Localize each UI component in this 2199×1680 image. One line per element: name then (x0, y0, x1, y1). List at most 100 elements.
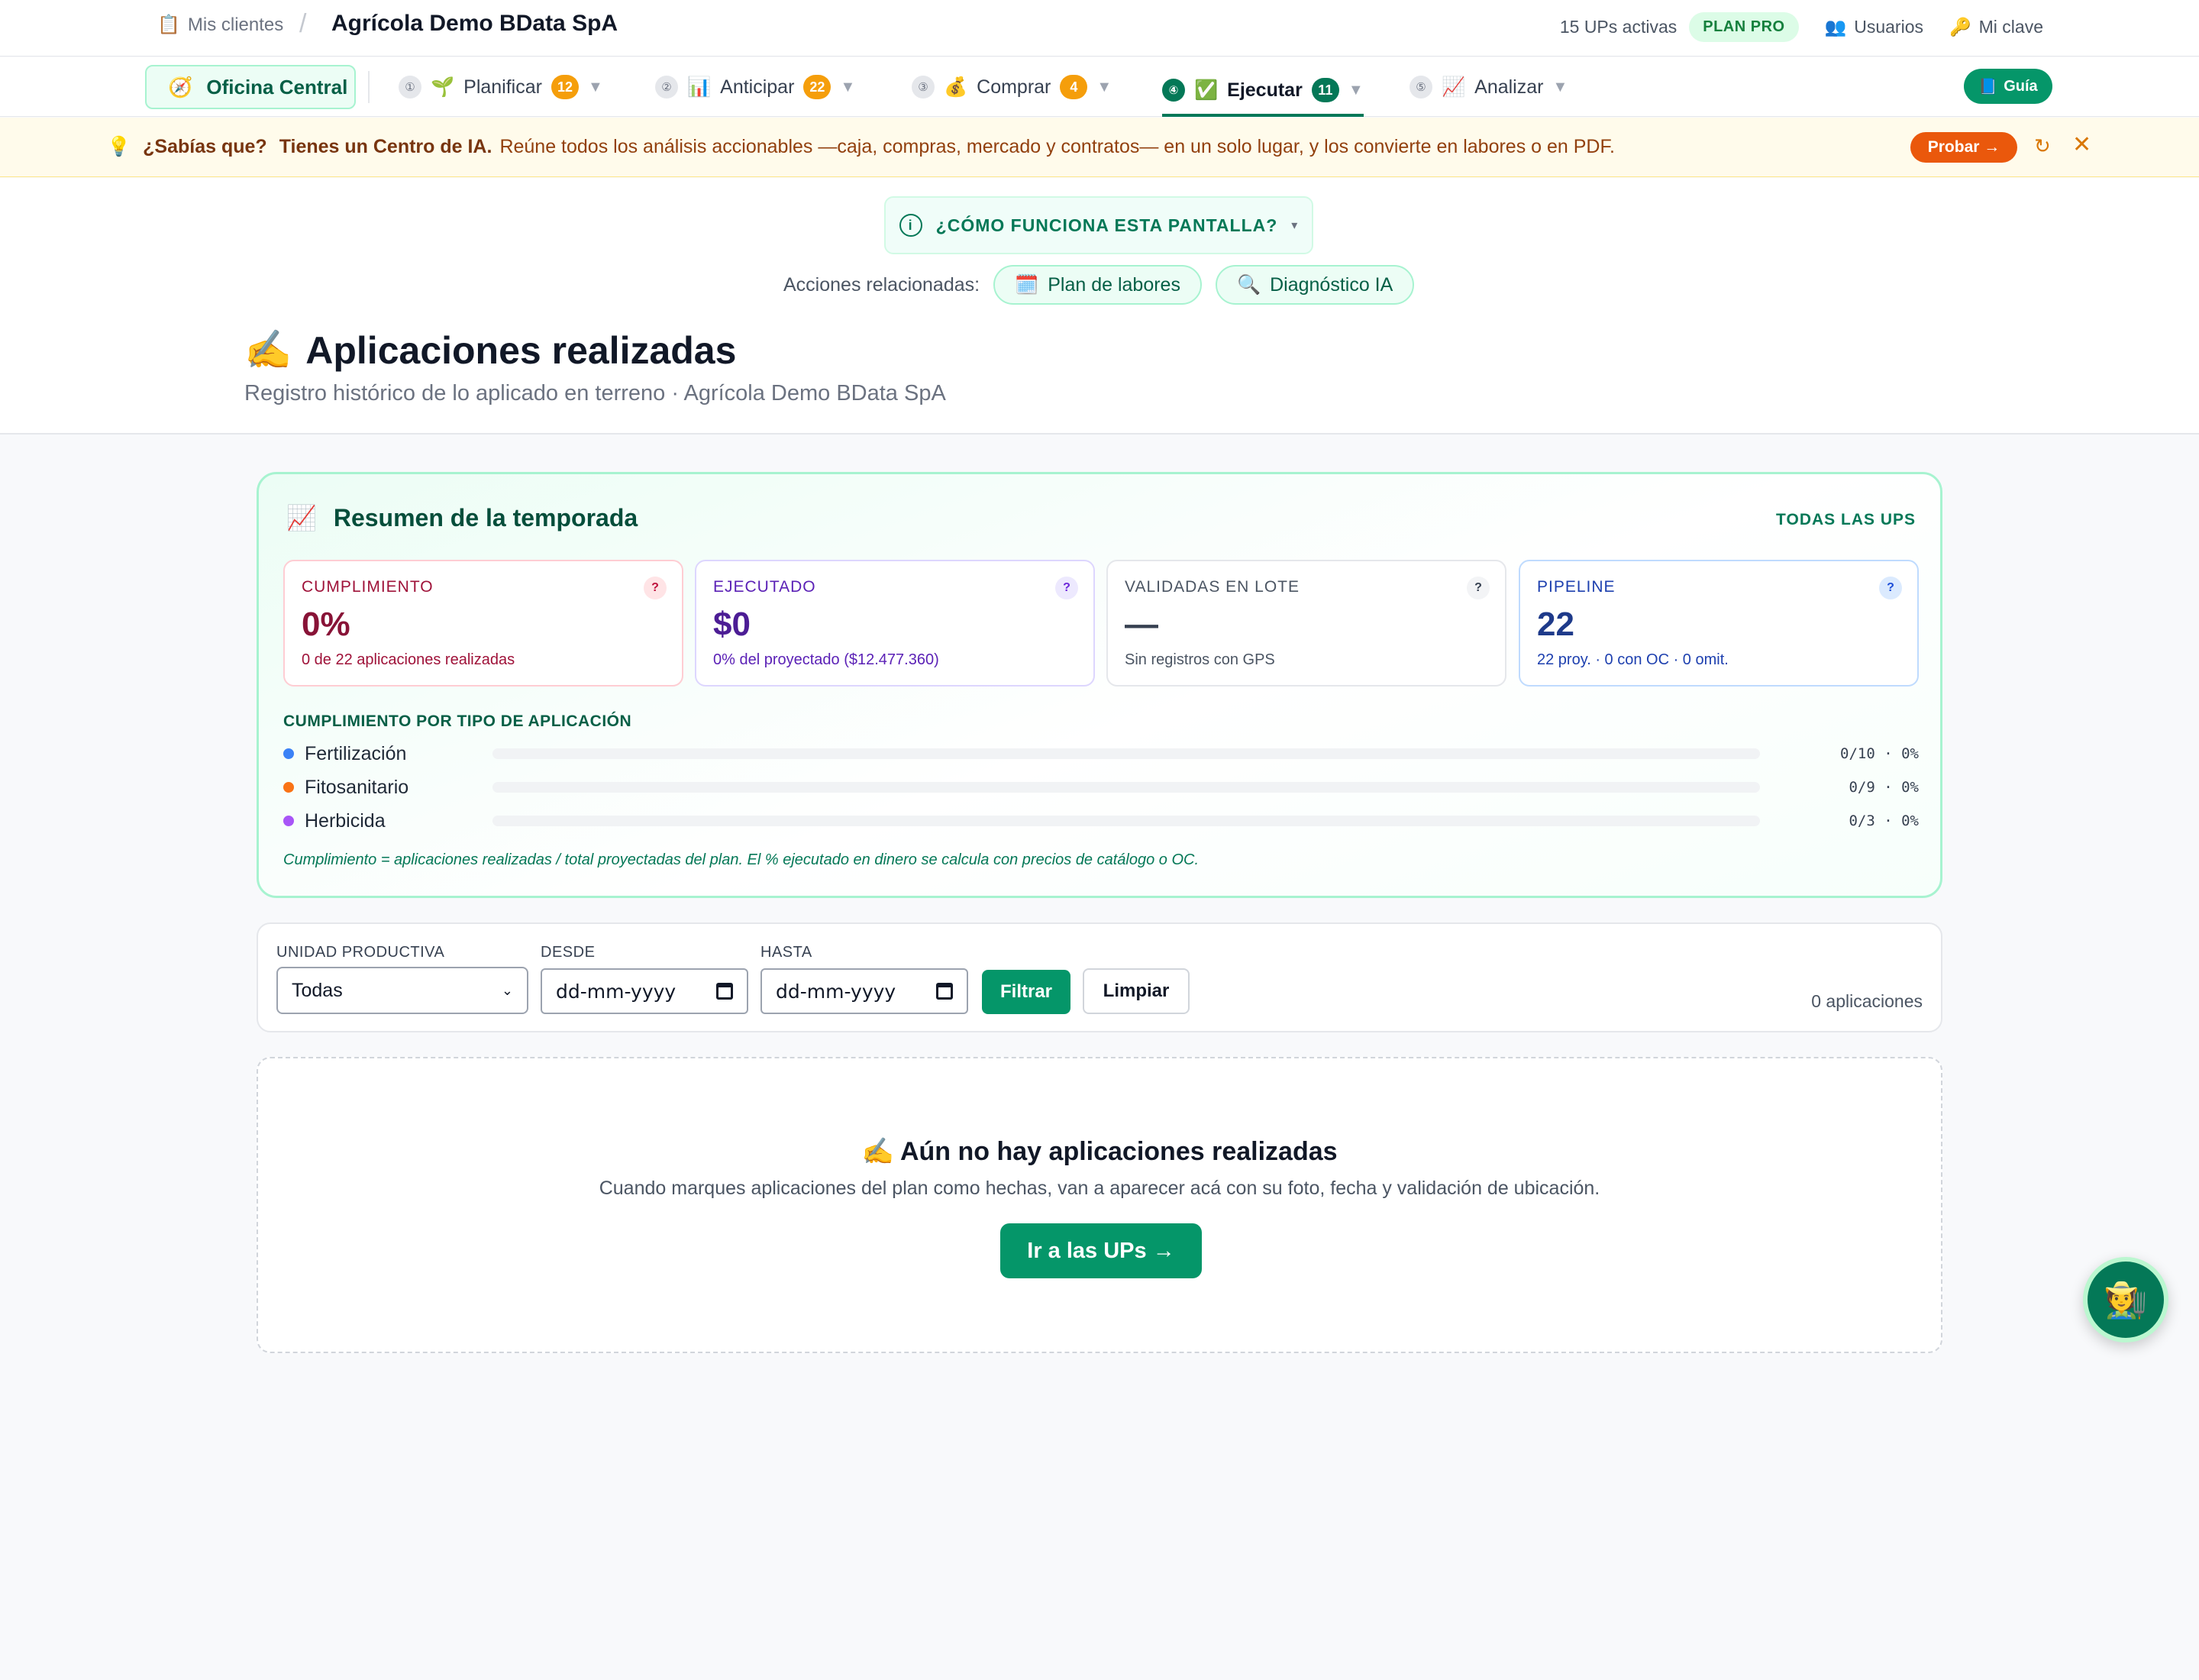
from-label: DESDE (541, 944, 596, 961)
step-1-icon: ① (399, 76, 421, 99)
type-name: Herbicida (305, 809, 386, 832)
nav-tab-label: Analizar (1474, 76, 1544, 98)
how-it-works-label: ¿CÓMO FUNCIONA ESTA PANTALLA? (935, 215, 1278, 235)
trend-chart-icon: 📈 (1442, 76, 1466, 98)
type-name: Fertilización (305, 742, 407, 764)
refresh-icon[interactable]: ↻ (2034, 134, 2051, 158)
summary-title: 📈 Resumen de la temporada (286, 503, 638, 532)
nav-count-badge: 4 (1060, 75, 1088, 99)
empty-text: Cuando marques aplicaciones del plan com… (599, 1178, 1600, 1199)
nav-tab-planificar[interactable]: ① 🌱 Planificar 12 ▼ (399, 66, 603, 108)
calendar-icon[interactable] (936, 983, 953, 1000)
breadcrumb-root-label: Mis clientes (187, 14, 284, 35)
by-type-title: CUMPLIMIENTO POR TIPO DE APLICACIÓN (283, 712, 632, 730)
go-to-ups-button[interactable]: Ir a las UPs → (1000, 1223, 1202, 1278)
page-title: ✍️ Aplicaciones realizadas (244, 328, 736, 373)
nav-tab-label: Anticipar (720, 76, 795, 98)
tip-headline: Tienes un Centro de IA. (279, 136, 492, 157)
tip-try-button[interactable]: Probar → (1910, 132, 2017, 163)
calendar-icon[interactable] (716, 983, 733, 1000)
kpi-note: 0 de 22 aplicaciones realizadas (302, 651, 515, 668)
bar-chart-icon: 📊 (687, 76, 712, 98)
step-2-icon: ② (655, 76, 678, 99)
summary-title-text: Resumen de la temporada (333, 503, 638, 531)
chevron-down-icon[interactable]: ▼ (1552, 79, 1568, 96)
tip-lead: ¿Sabías que? (143, 136, 267, 157)
unit-label: UNIDAD PRODUCTIVA (276, 944, 445, 961)
series-dot (283, 816, 294, 826)
top-header: 📋 Mis clientes / Agrícola Demo BData SpA… (0, 0, 2199, 57)
chip-label: Plan de labores (1048, 273, 1180, 296)
kpi-card-pipeline: PIPELINE ? 22 22 proy. · 0 con OC · 0 om… (1519, 560, 1919, 687)
kpi-label: PIPELINE (1537, 578, 1616, 596)
page-subtitle: Registro histórico de lo aplicado en ter… (244, 381, 946, 405)
nav-tab-label: Ejecutar (1227, 79, 1303, 101)
calendar-icon: 🗓️ (1015, 273, 1039, 296)
clear-button[interactable]: Limpiar (1083, 968, 1190, 1014)
help-icon[interactable]: ? (1467, 577, 1490, 599)
check-icon: ✅ (1194, 79, 1219, 101)
chevron-down-icon[interactable]: ▼ (1096, 79, 1112, 96)
filter-button[interactable]: Filtrar (982, 970, 1070, 1014)
nav-count-badge: 22 (803, 75, 831, 99)
home-office-button[interactable]: 🧭 Oficina Central (145, 65, 356, 109)
trend-chart-icon: 📈 (286, 504, 317, 531)
nav-tab-anticipar[interactable]: ② 📊 Anticipar 22 ▼ (655, 66, 855, 108)
empty-title: ✍️ Aún no hay aplicaciones realizadas (861, 1137, 1338, 1166)
kpi-value: 0% (302, 606, 350, 643)
type-name: Fitosanitario (305, 776, 409, 798)
how-it-works-toggle[interactable]: i ¿CÓMO FUNCIONA ESTA PANTALLA? ▾ (884, 196, 1313, 254)
chevron-down-icon[interactable]: ▼ (840, 79, 855, 96)
nav-count-badge: 12 (551, 75, 579, 99)
progress-track (492, 816, 1760, 826)
farmer-assistant-icon[interactable]: 🧑‍🌾 (2083, 1257, 2168, 1342)
season-summary-card: 📈 Resumen de la temporada TODAS LAS UPS … (257, 472, 1942, 898)
guide-label: Guía (2004, 77, 2038, 95)
type-row-fertilizacion: Fertilización 0/10 · 0% (283, 740, 1919, 767)
home-office-label: Oficina Central (206, 75, 348, 99)
type-stat: 0/9 · 0% (1849, 779, 1919, 796)
lightbulb-icon: 💡 (107, 136, 131, 157)
header-actions: 15 UPs activas PLAN PRO 👥 Usuarios 🔑 Mi … (1560, 12, 2043, 42)
to-label: HASTA (760, 944, 812, 961)
progress-track (492, 748, 1760, 759)
seedling-icon: 🌱 (431, 76, 455, 98)
key-icon: 🔑 (1949, 17, 1971, 37)
related-actions: Acciones relacionadas: 🗓️ Plan de labore… (783, 265, 1415, 305)
breadcrumb-separator: / (299, 9, 307, 38)
nav-tab-comprar[interactable]: ③ 💰 Comprar 4 ▼ (912, 66, 1112, 108)
nav-tab-label: Planificar (463, 76, 542, 98)
chevron-down-icon[interactable]: ▼ (588, 79, 603, 96)
step-4-icon: ④ (1162, 79, 1185, 102)
to-date-placeholder: dd-mm-yyyy (776, 980, 896, 1003)
my-key-link[interactable]: 🔑 Mi clave (1949, 17, 2043, 37)
kpi-card-validadas: VALIDADAS EN LOTE ? — Sin registros con … (1106, 560, 1506, 687)
type-stat: 0/10 · 0% (1840, 745, 1919, 762)
breadcrumb-root[interactable]: 📋 Mis clientes (157, 14, 283, 36)
nav-tab-ejecutar[interactable]: ④ ✅ Ejecutar 11 ▼ (1162, 66, 1364, 117)
from-date-input[interactable]: dd-mm-yyyy (541, 968, 748, 1014)
close-icon[interactable]: ✕ (2072, 131, 2091, 158)
from-date-placeholder: dd-mm-yyyy (556, 980, 676, 1003)
info-icon: i (899, 214, 922, 237)
magnifier-icon: 🔍 (1236, 273, 1261, 296)
kpi-value: 22 (1537, 606, 1574, 643)
users-label: Usuarios (1854, 17, 1923, 37)
filter-bar: UNIDAD PRODUCTIVA Todas ⌄ DESDE dd-mm-yy… (257, 922, 1942, 1032)
nav-tab-analizar[interactable]: ⑤ 📈 Analizar ▼ (1409, 66, 1568, 108)
chevron-down-icon[interactable]: ▼ (1348, 82, 1364, 99)
guide-button[interactable]: 📘 Guía (1964, 69, 2052, 104)
unit-select[interactable]: Todas ⌄ (276, 967, 528, 1014)
active-units: 15 UPs activas (1559, 17, 1678, 37)
diagnostico-ia-chip[interactable]: 🔍 Diagnóstico IA (1215, 265, 1415, 305)
help-icon[interactable]: ? (1055, 577, 1078, 599)
kpi-label: VALIDADAS EN LOTE (1125, 578, 1300, 596)
nav-divider (368, 71, 370, 103)
plan-de-labores-chip[interactable]: 🗓️ Plan de labores (993, 265, 1202, 305)
help-icon[interactable]: ? (644, 577, 667, 599)
help-icon[interactable]: ? (1879, 577, 1902, 599)
to-date-input[interactable]: dd-mm-yyyy (760, 968, 968, 1014)
writing-hand-icon: ✍️ (244, 328, 292, 371)
page-hero: i ¿CÓMO FUNCIONA ESTA PANTALLA? ▾ Accion… (0, 178, 2199, 435)
users-link[interactable]: 👥 Usuarios (1825, 17, 1923, 37)
